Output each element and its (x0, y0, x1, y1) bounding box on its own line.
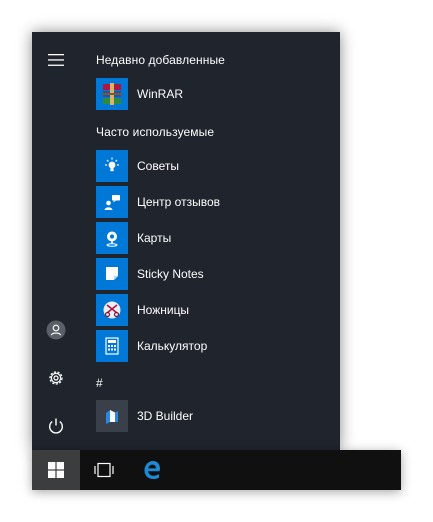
app-label: WinRAR (137, 87, 184, 101)
winrar-icon (96, 78, 128, 110)
app-label: Sticky Notes (137, 267, 204, 281)
gear-icon (49, 371, 63, 385)
start-menu: Недавно добавленные WinRAR Часто использ… (32, 32, 340, 450)
app-item-maps[interactable]: Карты (96, 221, 336, 255)
power-button[interactable] (32, 406, 80, 446)
windows-logo-icon (48, 462, 64, 478)
edge-browser-button[interactable] (128, 450, 176, 490)
app-label: Ножницы (137, 303, 190, 317)
calculator-icon (96, 330, 128, 362)
scissors-icon (96, 294, 128, 326)
start-menu-rail (32, 32, 80, 450)
edge-icon (144, 461, 160, 479)
user-account-button[interactable] (32, 310, 80, 350)
app-item-feedback-hub[interactable]: Центр отзывов (96, 185, 336, 219)
section-header-hash[interactable]: # (96, 376, 103, 390)
start-button[interactable] (32, 450, 80, 490)
map-pin-icon (96, 222, 128, 254)
app-item-winrar[interactable]: WinRAR (96, 77, 336, 111)
app-item-snipping-tool[interactable]: Ножницы (96, 293, 336, 327)
settings-button[interactable] (32, 358, 80, 398)
hamburger-icon (48, 54, 64, 66)
taskbar (32, 450, 401, 490)
frequently-used-header: Часто используемые (96, 125, 215, 139)
app-list: Недавно добавленные WinRAR Часто использ… (80, 32, 340, 450)
app-label: Центр отзывов (137, 195, 221, 209)
3d-builder-icon (96, 400, 128, 432)
app-label: 3D Builder (137, 409, 194, 423)
user-avatar-icon (46, 320, 66, 340)
app-label: Советы (137, 159, 179, 173)
recently-added-header: Недавно добавленные (96, 53, 225, 67)
expand-menu-button[interactable] (32, 40, 80, 80)
app-item-sticky-notes[interactable]: Sticky Notes (96, 257, 336, 291)
app-item-tips[interactable]: Советы (96, 149, 336, 183)
feedback-icon (96, 186, 128, 218)
task-view-icon (94, 462, 114, 478)
task-view-button[interactable] (80, 450, 128, 490)
app-item-calculator[interactable]: Калькулятор (96, 329, 336, 363)
lightbulb-icon (96, 150, 128, 182)
app-label: Калькулятор (137, 339, 208, 353)
app-item-3d-builder[interactable]: 3D Builder (96, 399, 336, 433)
app-label: Карты (137, 231, 172, 245)
power-icon (49, 418, 63, 434)
sticky-note-icon (96, 258, 128, 290)
